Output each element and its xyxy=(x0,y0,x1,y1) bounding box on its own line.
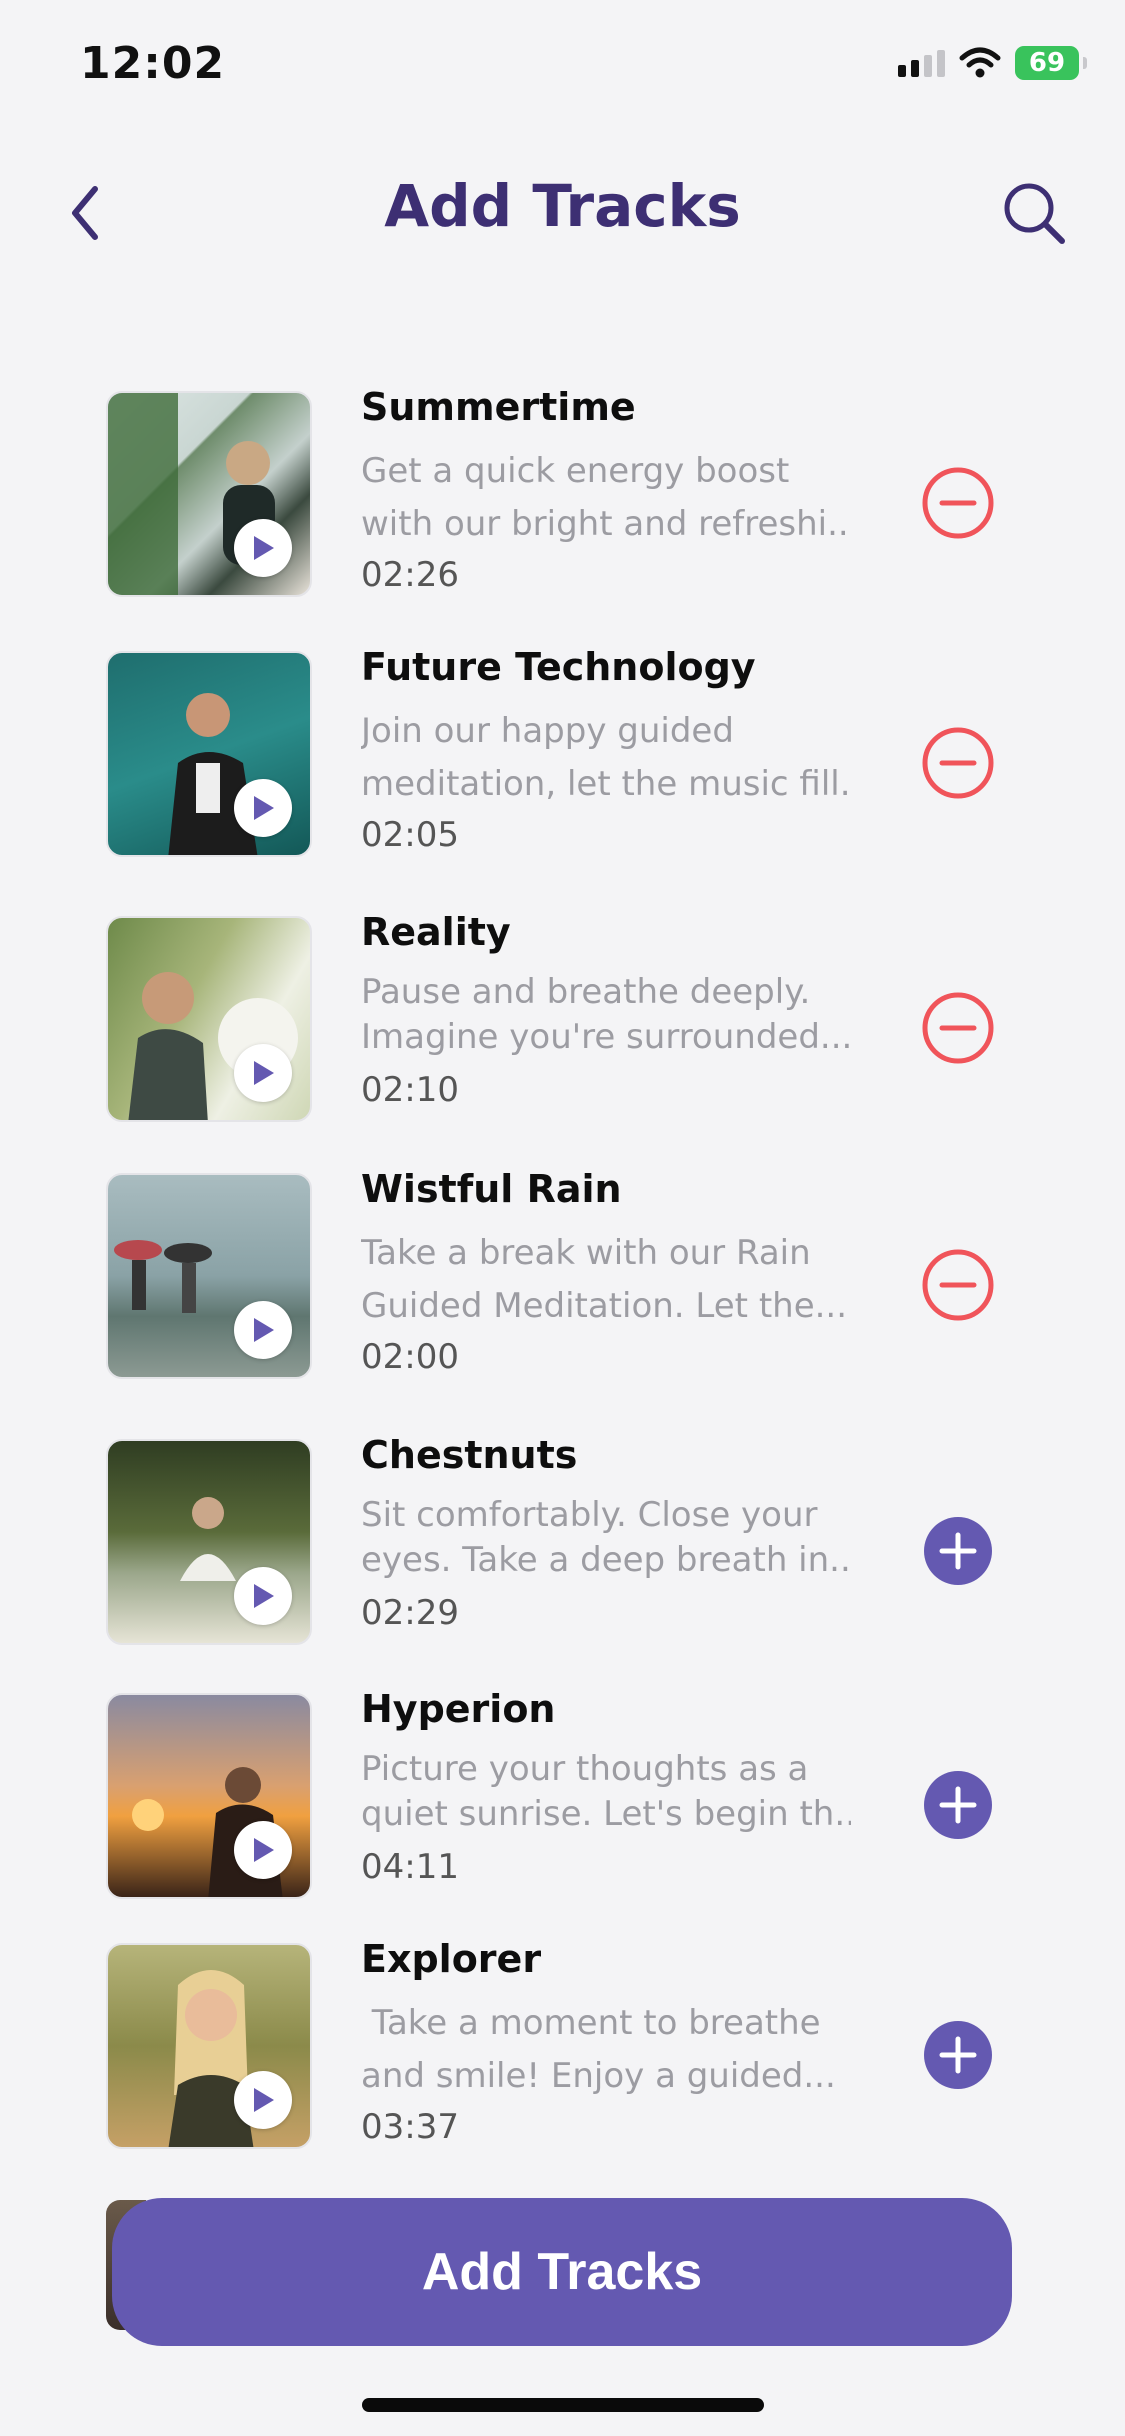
track-title: Explorer xyxy=(361,1937,542,1981)
play-icon xyxy=(254,2088,274,2112)
track-title: Future Technology xyxy=(361,645,756,689)
wifi-icon xyxy=(959,47,1001,78)
remove-track-button[interactable] xyxy=(920,990,996,1066)
play-button[interactable] xyxy=(234,1821,292,1879)
track-duration: 02:00 xyxy=(361,1337,459,1377)
add-track-button[interactable] xyxy=(920,1513,996,1589)
track-row[interactable]: Future Technology Join our happy guided … xyxy=(0,645,1125,860)
track-description-line: Guided Meditation. Let the... xyxy=(361,1286,848,1326)
page-title: Add Tracks xyxy=(384,172,741,240)
track-title: Reality xyxy=(361,910,511,954)
play-icon xyxy=(254,1584,274,1608)
plus-circle-icon xyxy=(924,2021,992,2089)
play-icon xyxy=(254,1061,274,1085)
track-row[interactable]: Summertime Get a quick energy boost with… xyxy=(0,385,1125,600)
play-icon xyxy=(254,796,274,820)
remove-track-button[interactable] xyxy=(920,1247,996,1323)
track-thumbnail[interactable] xyxy=(106,1943,312,2149)
track-duration: 02:10 xyxy=(361,1070,459,1110)
cellular-signal-icon xyxy=(898,49,945,77)
track-duration: 02:29 xyxy=(361,1593,459,1633)
search-icon xyxy=(1004,183,1065,244)
track-row[interactable]: Explorer Take a moment to breathe and sm… xyxy=(0,1937,1125,2152)
track-title: Wistful Rain xyxy=(361,1167,622,1211)
track-thumbnail[interactable] xyxy=(106,1173,312,1379)
battery-level: 69 xyxy=(1028,48,1066,78)
play-icon xyxy=(254,1838,274,1862)
track-description-line: Pause and breathe deeply. xyxy=(361,972,811,1012)
track-thumbnail[interactable] xyxy=(106,391,312,597)
track-description-line: Sit comfortably. Close your xyxy=(361,1495,818,1535)
track-description-line: Take a break with our Rain xyxy=(361,1233,811,1273)
track-description: Take a break with our Rain Guided Medita… xyxy=(361,1227,851,1333)
play-button[interactable] xyxy=(234,779,292,837)
track-row[interactable]: Hyperion Picture your thoughts as a quie… xyxy=(0,1687,1125,1902)
track-description-line: eyes. Take a deep breath in... xyxy=(361,1540,851,1580)
plus-circle-icon xyxy=(924,1771,992,1839)
minus-circle-icon xyxy=(922,1249,994,1321)
track-description-line: quiet sunrise. Let's begin th... xyxy=(361,1794,851,1834)
plus-circle-icon xyxy=(924,1517,992,1585)
play-button[interactable] xyxy=(234,1301,292,1359)
minus-circle-icon xyxy=(922,992,994,1064)
search-button[interactable] xyxy=(995,174,1075,254)
minus-circle-icon xyxy=(922,727,994,799)
track-description: Picture your thoughts as a quiet sunrise… xyxy=(361,1747,851,1837)
track-duration: 03:37 xyxy=(361,2107,459,2147)
header: Add Tracks xyxy=(0,160,1125,260)
track-row[interactable]: Reality Pause and breathe deeply. Imagin… xyxy=(0,910,1125,1125)
play-icon xyxy=(254,1318,274,1342)
track-thumbnail[interactable] xyxy=(106,651,312,857)
minus-circle-icon xyxy=(922,467,994,539)
track-title: Hyperion xyxy=(361,1687,556,1731)
add-tracks-button[interactable]: Add Tracks xyxy=(112,2198,1012,2346)
track-title: Chestnuts xyxy=(361,1433,578,1477)
track-thumbnail[interactable] xyxy=(106,916,312,1122)
track-description-line: with our bright and refreshi... xyxy=(361,504,851,544)
track-duration: 04:11 xyxy=(361,1847,459,1887)
play-button[interactable] xyxy=(234,1044,292,1102)
track-description-line: Picture your thoughts as a xyxy=(361,1749,809,1789)
track-description-line: and smile! Enjoy a guided... xyxy=(361,2056,836,2096)
status-time: 12:02 xyxy=(80,38,226,89)
remove-track-button[interactable] xyxy=(920,465,996,541)
track-description-line: Join our happy guided xyxy=(361,711,734,751)
status-bar: 12:02 69 xyxy=(0,0,1125,140)
track-row[interactable]: Chestnuts Sit comfortably. Close your ey… xyxy=(0,1433,1125,1648)
track-row[interactable]: Wistful Rain Take a break with our Rain … xyxy=(0,1167,1125,1382)
track-thumbnail[interactable] xyxy=(106,1693,312,1899)
track-description: Join our happy guided meditation, let th… xyxy=(361,705,851,811)
battery-icon: 69 xyxy=(1015,46,1087,80)
play-button[interactable] xyxy=(234,1567,292,1625)
track-description: Pause and breathe deeply. Imagine you're… xyxy=(361,970,851,1060)
home-indicator xyxy=(362,2398,764,2412)
track-description: Take a moment to breathe and smile! Enjo… xyxy=(361,1997,851,2103)
play-icon xyxy=(254,536,274,560)
add-track-button[interactable] xyxy=(920,1767,996,1843)
play-button[interactable] xyxy=(234,2071,292,2129)
track-duration: 02:05 xyxy=(361,815,459,855)
track-description-line: Get a quick energy boost xyxy=(361,451,790,491)
track-description-line: meditation, let the music fill... xyxy=(361,764,851,804)
track-thumbnail[interactable] xyxy=(106,1439,312,1645)
remove-track-button[interactable] xyxy=(920,725,996,801)
track-description-line: Imagine you're surrounded... xyxy=(361,1017,851,1057)
track-duration: 02:26 xyxy=(361,555,459,595)
add-track-button[interactable] xyxy=(920,2017,996,2093)
play-button[interactable] xyxy=(234,519,292,577)
track-description-line: Take a moment to breathe xyxy=(361,2003,821,2043)
track-description: Sit comfortably. Close your eyes. Take a… xyxy=(361,1493,851,1583)
status-icons: 69 xyxy=(898,46,1087,80)
track-description: Get a quick energy boost with our bright… xyxy=(361,445,851,551)
track-title: Summertime xyxy=(361,385,636,429)
